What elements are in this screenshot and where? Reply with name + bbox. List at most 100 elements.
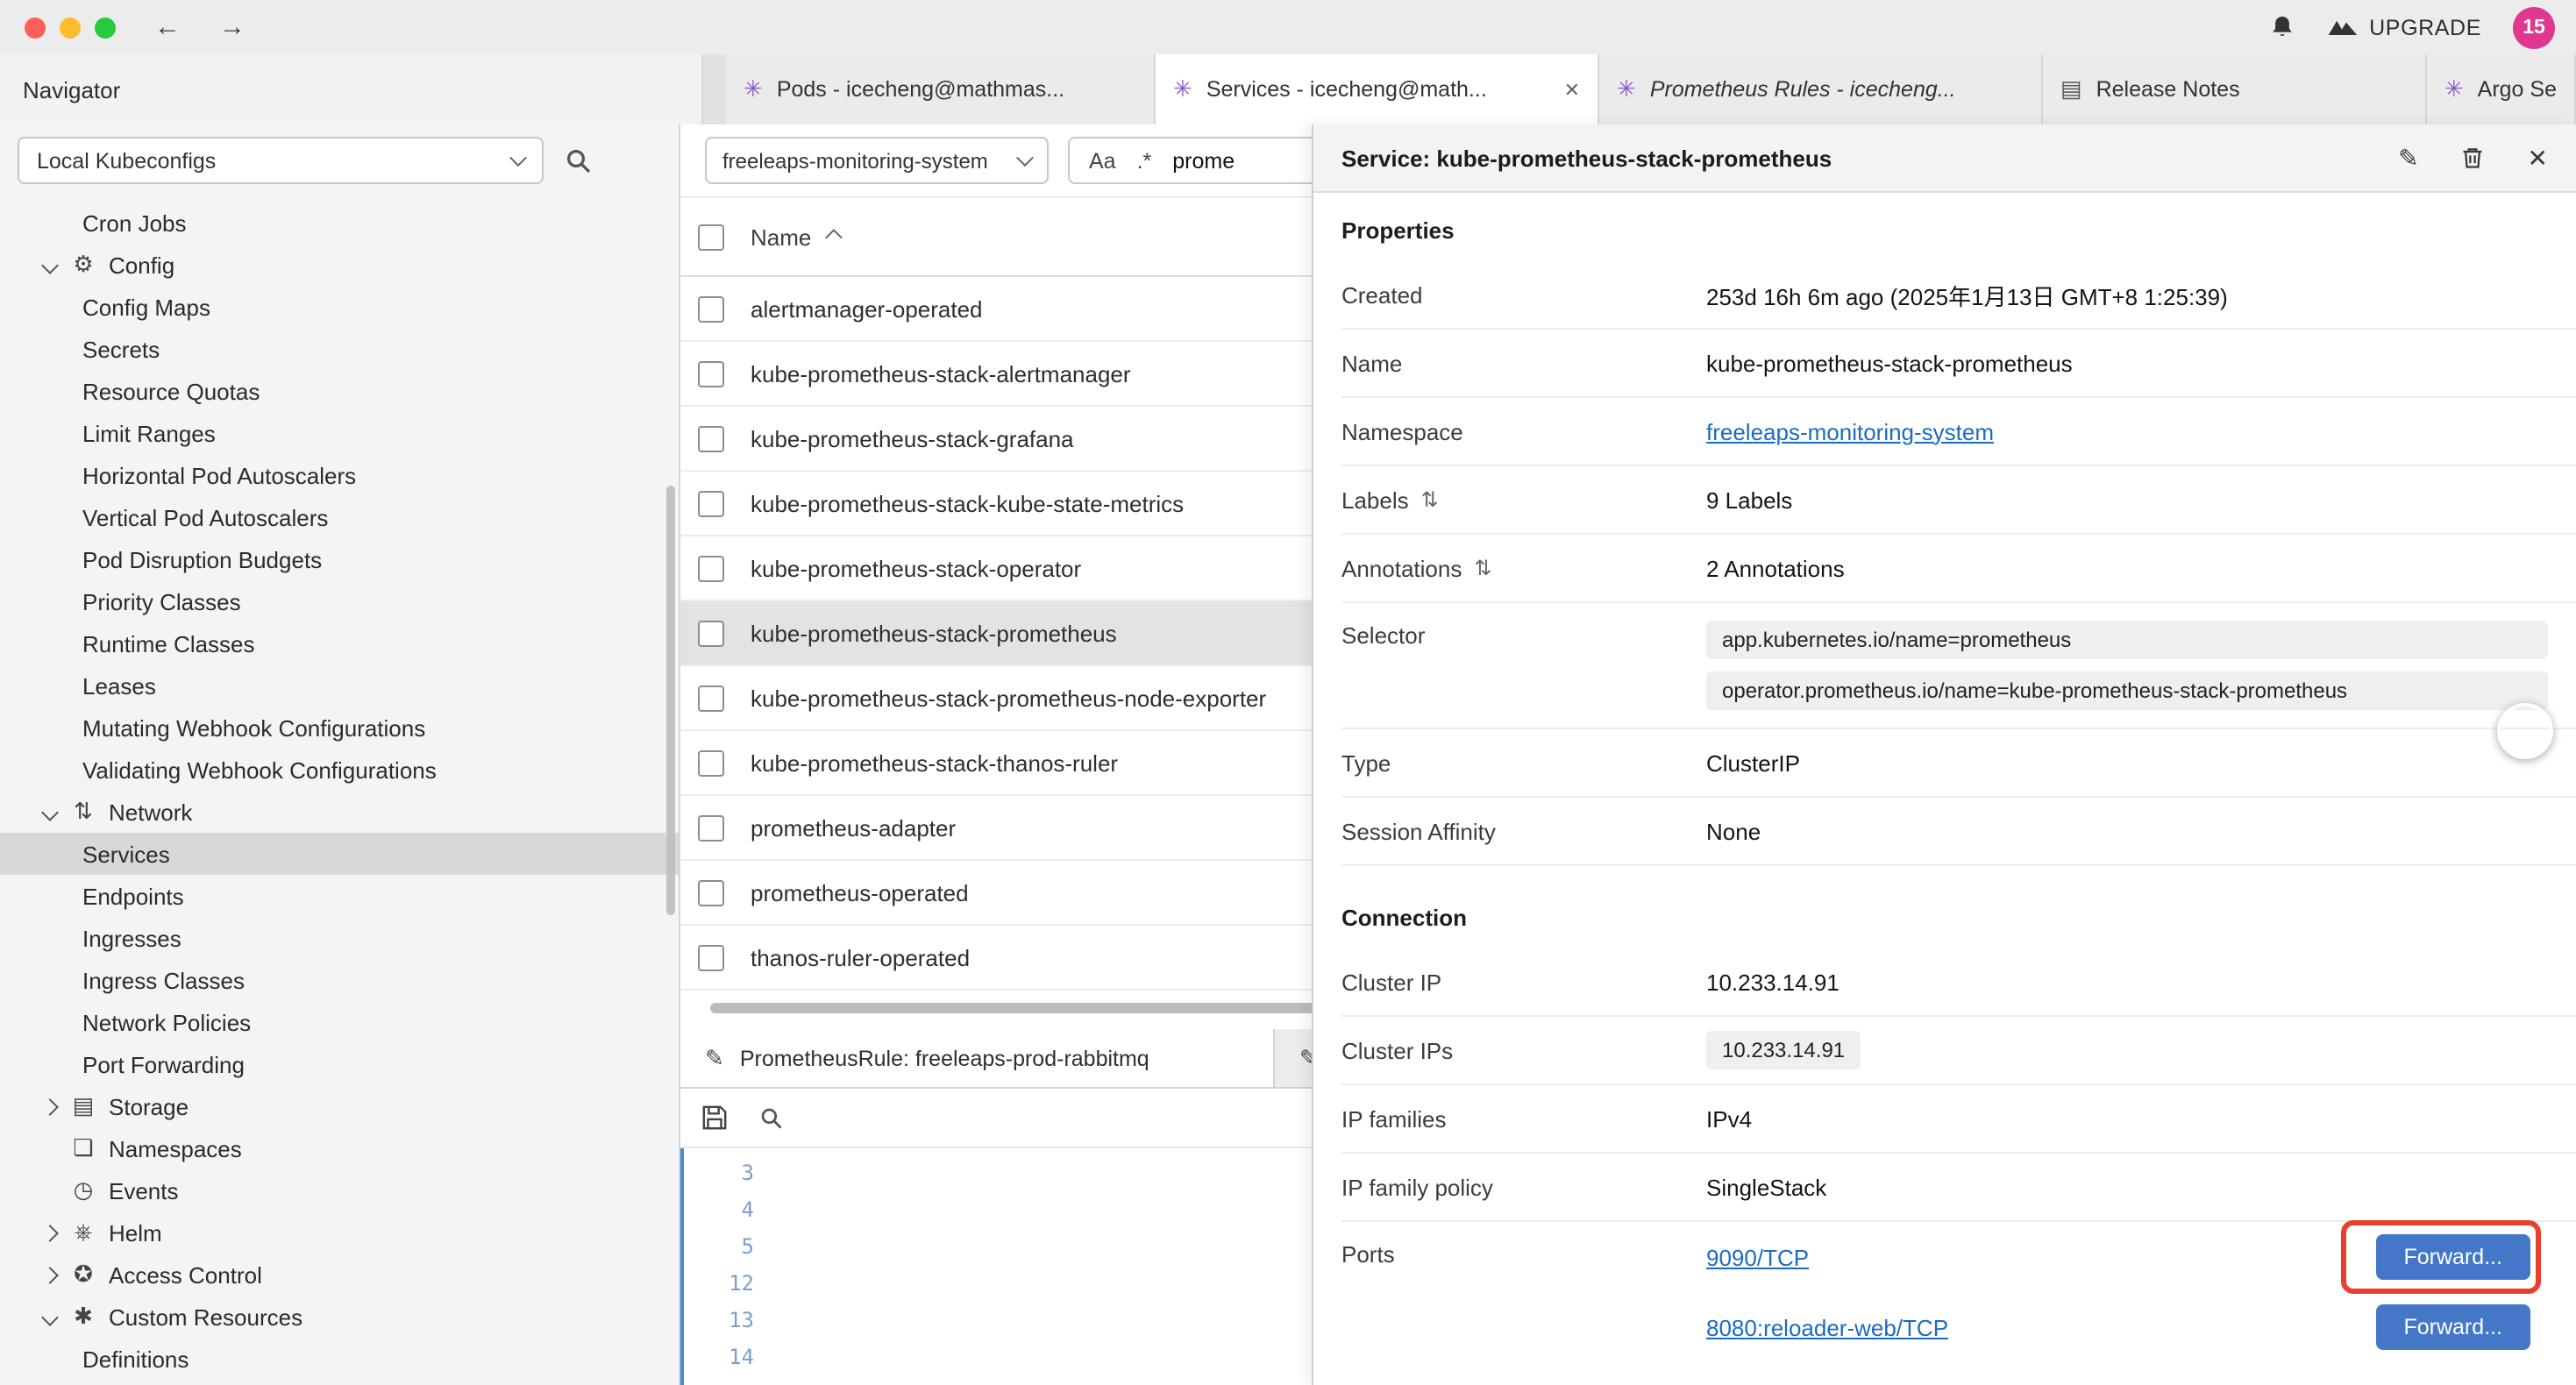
zoom-window-button[interactable]: [95, 17, 116, 38]
sidebar-tree-item[interactable]: Leases: [0, 664, 679, 707]
tab-label: Release Notes: [2096, 77, 2408, 102]
sort-toggle-icon[interactable]: ⇅: [1421, 487, 1439, 512]
annotations-value[interactable]: 2 Annotations: [1706, 555, 2548, 581]
dock-tab[interactable]: ✎ PrometheusRule: freeleaps-prod-rabbitm…: [680, 1029, 1275, 1087]
sidebar-tree-item[interactable]: Vertical Pod Autoscalers: [0, 496, 679, 538]
sidebar-tree-item[interactable]: Secrets: [0, 328, 679, 370]
sidebar-tree-item[interactable]: Config Maps: [0, 286, 679, 328]
notification-count-badge[interactable]: 15: [2513, 6, 2555, 48]
sidebar-tree-item[interactable]: Limit Ranges: [0, 412, 679, 454]
edit-icon: ✎: [705, 1044, 724, 1072]
sidebar-tree-item[interactable]: Access Control: [0, 1254, 679, 1296]
sidebar-tree-item[interactable]: Events: [0, 1169, 679, 1211]
sidebar-tree-item[interactable]: Priority Classes: [0, 580, 679, 622]
cluster-ips-label: Cluster IPs: [1341, 1037, 1706, 1063]
row-checkbox[interactable]: [698, 295, 724, 322]
close-icon[interactable]: ✕: [2528, 143, 2548, 173]
notifications-bell-icon[interactable]: [2269, 14, 2295, 40]
sort-toggle-icon[interactable]: ⇅: [1474, 556, 1491, 580]
sidebar-tree-item[interactable]: Mutating Webhook Configurations: [0, 707, 679, 749]
sidebar-tree-item[interactable]: Definitions: [0, 1338, 679, 1380]
namespace-select[interactable]: freeleaps-monitoring-system: [705, 137, 1049, 184]
forward-button[interactable]: Forward...: [2375, 1304, 2530, 1350]
search-icon[interactable]: [759, 1105, 784, 1130]
tree-item-label: Ingress Classes: [82, 967, 245, 993]
sidebar-tree-item[interactable]: Config: [0, 244, 679, 286]
editor-tab[interactable]: Release Notes ✕: [2043, 54, 2427, 124]
cluster-ips-chips: 10.233.14.91: [1706, 1031, 2548, 1069]
type-row: Type ClusterIP: [1341, 729, 2576, 798]
cluster-ip-chip: 10.233.14.91: [1706, 1031, 1861, 1069]
back-button[interactable]: ←: [154, 12, 181, 42]
tree-item-label: Endpoints: [82, 883, 184, 909]
kubeconfig-dropdown[interactable]: Local Kubeconfigs: [18, 137, 544, 184]
close-window-button[interactable]: [25, 17, 46, 38]
upgrade-button[interactable]: UPGRADE: [2327, 15, 2481, 39]
sidebar-tree-item[interactable]: Pod Disruption Budgets: [0, 538, 679, 580]
sidebar-tree-item[interactable]: Endpoints: [0, 875, 679, 917]
row-checkbox[interactable]: [698, 944, 724, 970]
sidebar-tree-item[interactable]: Runtime Classes: [0, 622, 679, 664]
line-number: 4: [684, 1192, 775, 1229]
editor-tab[interactable]: Argo Se ✕: [2427, 54, 2576, 124]
name-column-header[interactable]: Name: [751, 224, 839, 250]
forward-annotation-box: Forward...: [2375, 1234, 2530, 1280]
regex-toggle[interactable]: .*: [1137, 148, 1152, 173]
namespace-link[interactable]: freeleaps-monitoring-system: [1706, 418, 1994, 444]
row-checkbox[interactable]: [698, 425, 724, 451]
row-checkbox[interactable]: [698, 555, 724, 581]
horizontal-scrollbar[interactable]: [710, 1003, 1333, 1013]
row-checkbox[interactable]: [698, 879, 724, 906]
sidebar-tree-item[interactable]: Storage: [0, 1085, 679, 1127]
sidebar-tree-item[interactable]: Helm: [0, 1211, 679, 1254]
forward-button[interactable]: →: [219, 12, 246, 42]
select-all-checkbox[interactable]: [698, 224, 724, 250]
chevron-icon: [41, 1309, 59, 1326]
titlebar: ← → UPGRADE 15: [0, 0, 2576, 56]
search-icon[interactable]: [565, 146, 593, 174]
save-icon[interactable]: [701, 1104, 728, 1131]
row-checkbox[interactable]: [698, 360, 724, 387]
sidebar-tree-item[interactable]: Port Forwarding: [0, 1043, 679, 1085]
selector-chips: app.kubernetes.io/name=prometheusoperato…: [1706, 603, 2548, 728]
row-checkbox[interactable]: [698, 685, 724, 711]
sidebar-tree-item[interactable]: Ingress Classes: [0, 959, 679, 1001]
sidebar-tree-item[interactable]: Ingresses: [0, 917, 679, 959]
tree-item-label: Config: [109, 252, 174, 278]
port-link[interactable]: 9090/TCP: [1706, 1244, 1809, 1270]
user-avatar[interactable]: [2497, 703, 2553, 759]
ip-families-row: IP families IPv4: [1341, 1085, 2576, 1154]
sidebar-tree-item[interactable]: Network Policies: [0, 1001, 679, 1043]
sidebar-tree-item[interactable]: Namespaces: [0, 1127, 679, 1169]
row-checkbox[interactable]: [698, 749, 724, 776]
upgrade-label: UPGRADE: [2369, 15, 2481, 39]
row-checkbox[interactable]: [698, 490, 724, 516]
trash-icon[interactable]: [2461, 146, 2486, 170]
close-tab-icon[interactable]: ✕: [1564, 78, 1580, 101]
sidebar-tree-item[interactable]: Resource Quotas: [0, 370, 679, 412]
port-link[interactable]: 8080:reloader-web/TCP: [1706, 1314, 1948, 1340]
editor-tab[interactable]: Prometheus Rules - icecheng... ✕: [1599, 54, 2043, 124]
sidebar-tree-item[interactable]: Cron Jobs: [0, 202, 679, 244]
sidebar-tree-item[interactable]: Custom Resources: [0, 1296, 679, 1338]
sidebar-tree-item[interactable]: Network: [0, 791, 679, 833]
editor-tab[interactable]: Services - icecheng@math... ✕: [1156, 54, 1599, 124]
row-checkbox[interactable]: [698, 814, 724, 841]
editor-tab[interactable]: Pods - icecheng@mathmas... ✕: [726, 54, 1156, 124]
sidebar-tree-item[interactable]: Services: [0, 833, 679, 875]
forward-button[interactable]: Forward...: [2375, 1234, 2530, 1280]
row-checkbox[interactable]: [698, 620, 724, 646]
edit-icon[interactable]: ✎: [2398, 143, 2418, 173]
session-affinity-value: None: [1706, 818, 2548, 844]
sidebar-scrollbar[interactable]: [666, 486, 675, 915]
ports-label: Ports: [1341, 1222, 1706, 1268]
labels-value[interactable]: 9 Labels: [1706, 487, 2548, 513]
tree-item-label: Cron Jobs: [82, 210, 187, 236]
minimize-window-button[interactable]: [60, 17, 81, 38]
drawer-title: Service: kube-prometheus-stack-prometheu…: [1341, 145, 1832, 171]
sidebar-tree-item[interactable]: Validating Webhook Configurations: [0, 749, 679, 791]
sidebar-tree-item[interactable]: Horizontal Pod Autoscalers: [0, 454, 679, 496]
session-affinity-row: Session Affinity None: [1341, 798, 2576, 866]
custom-resources-icon: [68, 1303, 98, 1331]
match-case-toggle[interactable]: Aa: [1089, 148, 1116, 173]
